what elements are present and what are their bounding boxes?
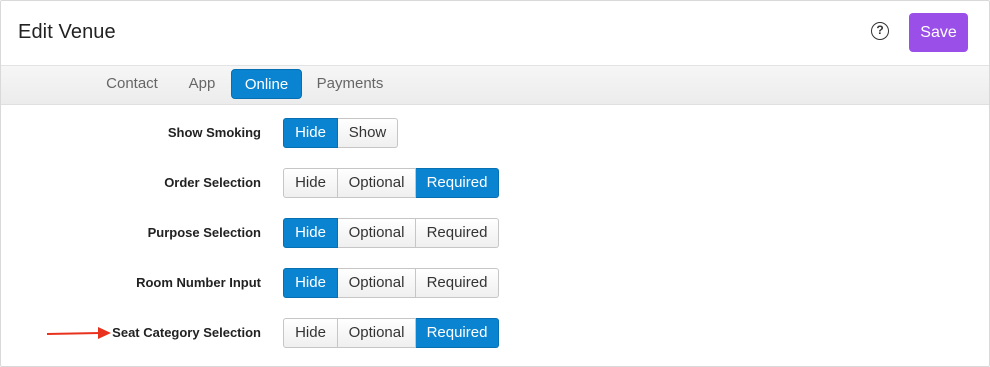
room-number-input-toggle: Hide Optional Required — [283, 268, 499, 298]
order-selection-optional-option[interactable]: Optional — [338, 168, 416, 198]
purpose-selection-required-option[interactable]: Required — [416, 218, 499, 248]
purpose-selection-hide-option[interactable]: Hide — [283, 218, 338, 248]
header-bar: Edit Venue ? Save — [1, 1, 989, 66]
page-title: Edit Venue — [18, 21, 116, 43]
order-selection-toggle: Hide Optional Required — [283, 168, 499, 198]
edit-venue-panel: Edit Venue ? Save Contact App Online Pay… — [0, 0, 990, 367]
show-smoking-show-option[interactable]: Show — [338, 118, 398, 148]
show-smoking-toggle: Hide Show — [283, 118, 398, 148]
tab-online[interactable]: Online — [231, 69, 302, 99]
room-number-input-hide-option[interactable]: Hide — [283, 268, 338, 298]
purpose-selection-optional-option[interactable]: Optional — [338, 218, 416, 248]
order-selection-label: Order Selection — [164, 175, 261, 190]
seat-category-selection-hide-option[interactable]: Hide — [283, 318, 338, 348]
room-number-input-required-option[interactable]: Required — [416, 268, 499, 298]
purpose-selection-toggle: Hide Optional Required — [283, 218, 499, 248]
help-icon[interactable]: ? — [871, 22, 889, 40]
tab-payments[interactable]: Payments — [311, 69, 389, 99]
order-selection-hide-option[interactable]: Hide — [283, 168, 338, 198]
show-smoking-hide-option[interactable]: Hide — [283, 118, 338, 148]
order-selection-required-option[interactable]: Required — [416, 168, 499, 198]
tab-contact[interactable]: Contact — [98, 69, 166, 99]
seat-category-selection-optional-option[interactable]: Optional — [338, 318, 416, 348]
tab-bar: Contact App Online Payments — [1, 66, 989, 105]
show-smoking-label: Show Smoking — [167, 125, 261, 140]
seat-category-selection-toggle: Hide Optional Required — [283, 318, 499, 348]
seat-category-selection-label: Seat Category Selection — [112, 325, 261, 340]
red-arrow-icon — [46, 327, 111, 339]
room-number-input-optional-option[interactable]: Optional — [338, 268, 416, 298]
room-number-input-label: Room Number Input — [136, 275, 261, 290]
seat-category-selection-required-option[interactable]: Required — [416, 318, 499, 348]
save-button[interactable]: Save — [909, 13, 968, 52]
purpose-selection-label: Purpose Selection — [147, 225, 261, 240]
tab-app[interactable]: App — [181, 69, 223, 99]
